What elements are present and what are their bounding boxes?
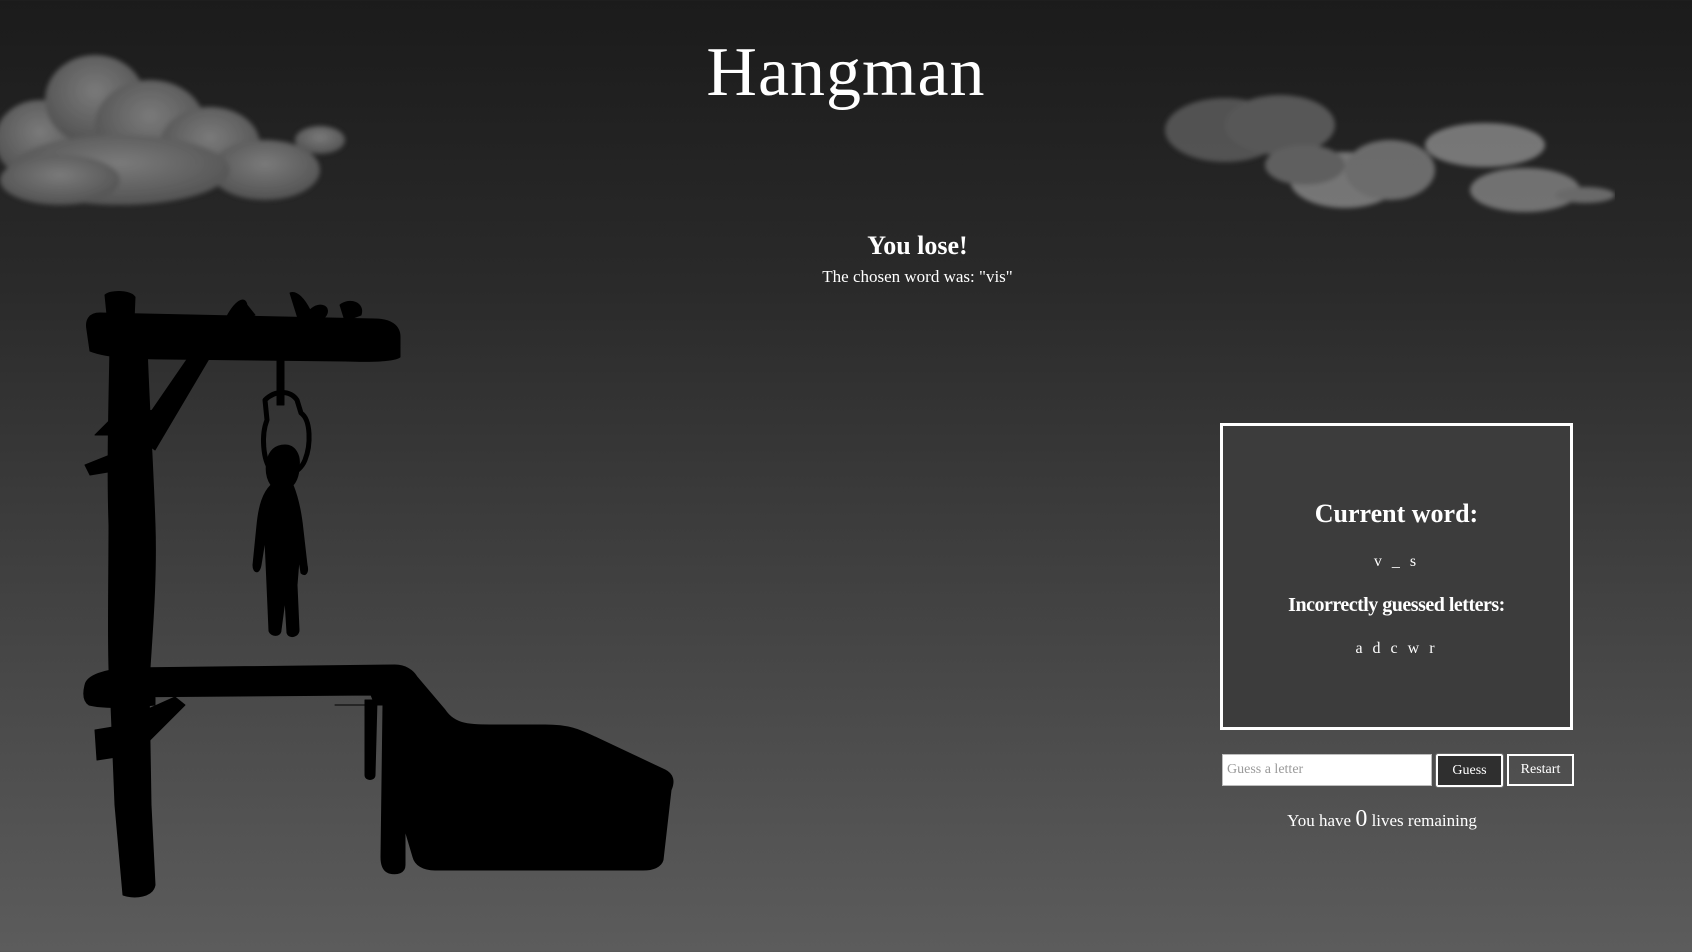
game-result: You lose! The chosen word was: "vis" bbox=[0, 226, 1692, 288]
current-word: v _ s bbox=[1373, 553, 1420, 570]
guess-button[interactable]: Guess bbox=[1435, 753, 1504, 788]
hanged-figure bbox=[252, 444, 308, 638]
incorrect-letters-heading: Incorrectly guessed letters: bbox=[1288, 594, 1505, 616]
page-title: Hangman bbox=[706, 34, 986, 111]
gallows-platform bbox=[83, 664, 674, 875]
incorrect-letters: a d c w r bbox=[1355, 640, 1438, 657]
result-heading: You lose! bbox=[867, 231, 968, 260]
guess-input[interactable] bbox=[1222, 754, 1432, 786]
lives-count: 0 bbox=[1355, 806, 1368, 832]
lives-remaining: You have 0 lives remaining bbox=[1222, 806, 1542, 833]
gallows-illustration bbox=[83, 291, 674, 898]
current-word-heading: Current word: bbox=[1314, 499, 1479, 528]
restart-button[interactable]: Restart bbox=[1507, 754, 1574, 786]
word-panel: Current word: v _ s Incorrectly guessed … bbox=[1220, 423, 1573, 730]
lives-suffix: lives remaining bbox=[1371, 811, 1477, 830]
lives-prefix: You have bbox=[1287, 811, 1352, 830]
